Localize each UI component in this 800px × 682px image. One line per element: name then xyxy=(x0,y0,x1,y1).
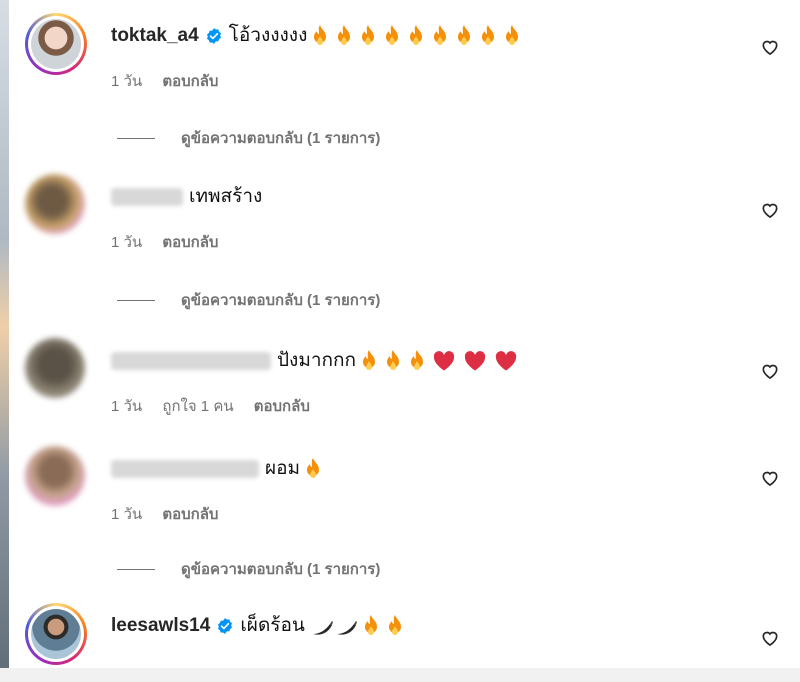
fire-emoji-icon xyxy=(411,350,424,370)
divider xyxy=(117,568,155,570)
view-replies-label: ดูข้อความตอบกลับ (1 รายการ) xyxy=(181,130,381,147)
fire-emoji-icon xyxy=(410,25,423,45)
fire-emoji-icon xyxy=(307,458,320,478)
chili-pepper-emoji-icon xyxy=(336,621,357,635)
avatar-story-ring[interactable] xyxy=(25,13,87,75)
avatar[interactable] xyxy=(25,338,85,398)
comment-time[interactable]: 1 วัน xyxy=(111,506,142,523)
comment-username[interactable]: leesawls14 xyxy=(111,614,210,638)
comment-text: ปังมากกก xyxy=(277,350,357,371)
heart-outline-icon[interactable] xyxy=(760,468,780,488)
fire-emoji-icon xyxy=(364,615,377,635)
chili-pepper-emoji-icon xyxy=(312,621,333,635)
comment-time[interactable]: 1 วัน xyxy=(111,234,142,251)
heart-outline-icon[interactable] xyxy=(760,628,780,648)
red-heart-emoji-icon xyxy=(464,351,486,371)
view-replies-button[interactable]: ดูข้อความตอบกลับ (1 รายการ) xyxy=(117,126,380,150)
fire-emoji-icon xyxy=(363,350,376,370)
background-edge xyxy=(0,0,9,682)
reply-button[interactable]: ตอบกลับ xyxy=(162,73,218,90)
reply-button[interactable]: ตอบกลับ xyxy=(254,398,310,415)
emoji-row xyxy=(311,614,407,638)
heart-outline-icon[interactable] xyxy=(760,37,780,57)
emoji-row xyxy=(357,349,518,373)
divider xyxy=(117,299,155,301)
divider xyxy=(117,137,155,139)
verified-badge-icon xyxy=(218,618,233,634)
view-replies-button[interactable]: ดูข้อความตอบกลับ (1 รายการ) xyxy=(117,288,380,312)
emoji-row xyxy=(308,24,524,48)
comment-text: เทพสร้าง xyxy=(189,186,263,207)
red-heart-emoji-icon xyxy=(433,351,455,371)
comment-username-blurred[interactable] xyxy=(111,352,271,370)
reply-button[interactable]: ตอบกลับ xyxy=(162,234,218,251)
fire-emoji-icon xyxy=(388,615,401,635)
fire-emoji-icon xyxy=(387,350,400,370)
view-replies-label: ดูข้อความตอบกลับ (1 รายการ) xyxy=(181,561,381,578)
comment-meta: 1 วัน ตอบกลับ xyxy=(111,502,234,526)
fire-emoji-icon xyxy=(434,25,447,45)
heart-outline-icon[interactable] xyxy=(760,361,780,381)
emoji-row xyxy=(301,457,325,481)
avatar[interactable] xyxy=(25,446,85,506)
comment-text: โอ้วงงงงง xyxy=(228,25,308,46)
comment-meta: 1 วัน ถูกใจ 1 คน ตอบกลับ xyxy=(111,394,326,418)
comment-time[interactable]: 1 วัน xyxy=(111,73,142,90)
view-replies-button[interactable]: ดูข้อความตอบกลับ (1 รายการ) xyxy=(117,557,380,581)
reply-button[interactable]: ตอบกลับ xyxy=(162,506,218,523)
fire-emoji-icon xyxy=(362,25,375,45)
comment-username-blurred[interactable] xyxy=(111,460,259,478)
horizontal-scrollbar[interactable] xyxy=(0,668,800,682)
red-heart-emoji-icon xyxy=(495,351,517,371)
comment-meta: 1 วัน ตอบกลับ xyxy=(111,230,234,254)
fire-emoji-icon xyxy=(482,25,495,45)
avatar[interactable] xyxy=(25,174,85,234)
fire-emoji-icon xyxy=(386,25,399,45)
comment-text: ผอม xyxy=(265,458,301,479)
view-replies-label: ดูข้อความตอบกลับ (1 รายการ) xyxy=(181,292,381,309)
heart-outline-icon[interactable] xyxy=(760,200,780,220)
comment-time[interactable]: 1 วัน xyxy=(111,398,142,415)
fire-emoji-icon xyxy=(314,25,327,45)
likes-count[interactable]: ถูกใจ 1 คน xyxy=(162,398,233,415)
comment-text: เผ็ดร้อน xyxy=(240,615,305,636)
avatar-story-ring[interactable] xyxy=(25,603,87,665)
avatar xyxy=(31,609,81,659)
fire-emoji-icon xyxy=(506,25,519,45)
fire-emoji-icon xyxy=(338,25,351,45)
verified-badge-icon xyxy=(206,28,221,44)
avatar xyxy=(31,19,81,69)
comment-meta: 1 วัน ตอบกลับ xyxy=(111,69,234,93)
fire-emoji-icon xyxy=(458,25,471,45)
comment-username[interactable]: toktak_a4 xyxy=(111,24,199,48)
comment-username-blurred[interactable] xyxy=(111,188,183,206)
